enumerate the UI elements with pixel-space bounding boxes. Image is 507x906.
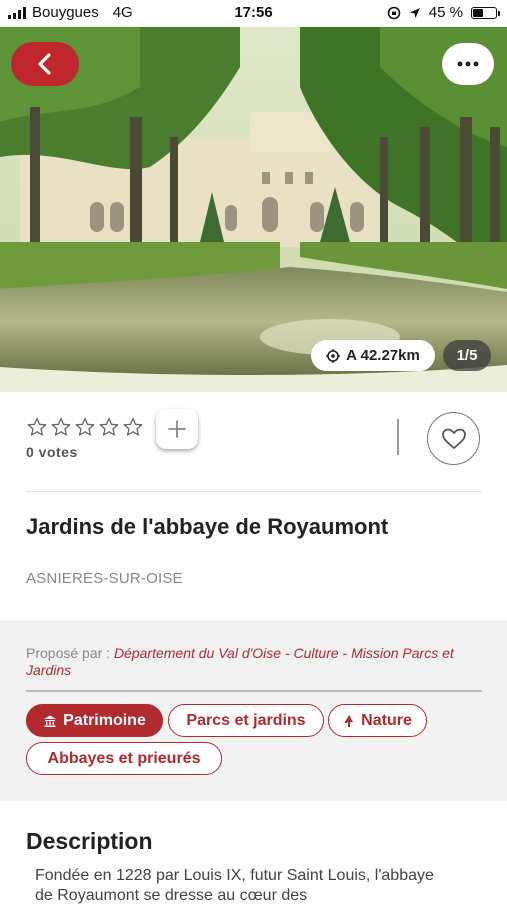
monument-icon — [44, 715, 57, 727]
abbey-garden-photo — [0, 27, 507, 392]
rating-section: 0 votes — [0, 392, 507, 492]
distance-badge[interactable]: A 42.27km — [311, 340, 435, 371]
tag-abbayes-et-prieures[interactable]: Abbayes et prieurés — [26, 742, 222, 775]
battery-icon — [471, 6, 500, 19]
description-heading: Description — [26, 828, 153, 854]
status-bar: Bouygues 4G 17:56 45 % — [0, 0, 507, 27]
star-icon[interactable] — [51, 417, 71, 437]
star-icon[interactable] — [123, 417, 143, 437]
proposed-by-label: Proposé par : — [26, 645, 114, 661]
info-section: Proposé par : Département du Val d'Oise … — [0, 620, 507, 801]
location-arrow-icon — [409, 7, 420, 18]
tag-label: Patrimoine — [63, 711, 146, 729]
divider — [26, 690, 482, 692]
proposed-by: Proposé par : Département du Val d'Oise … — [26, 645, 466, 679]
votes-count: 0 votes — [26, 444, 78, 460]
favorite-button[interactable] — [427, 412, 480, 465]
ellipsis-icon — [457, 61, 479, 67]
star-icon[interactable] — [99, 417, 119, 437]
tag-label: Abbayes et prieurés — [47, 749, 201, 767]
star-icon[interactable] — [27, 417, 47, 437]
tree-icon — [344, 714, 354, 727]
battery-percent: 45 % — [428, 4, 463, 21]
add-rating-button[interactable] — [156, 409, 198, 449]
hero-photo[interactable]: A 42.27km 1/5 — [0, 27, 507, 392]
place-city: ASNIERES-SUR-OISE — [26, 570, 183, 587]
screen-lock-icon — [387, 6, 401, 19]
place-title: Jardins de l'abbaye de Royaumont — [26, 514, 389, 539]
tag-parcs-et-jardins[interactable]: Parcs et jardins — [168, 704, 324, 737]
photo-counter: 1/5 — [443, 340, 491, 371]
back-button[interactable] — [11, 42, 79, 86]
star-rating[interactable] — [27, 417, 143, 437]
star-icon[interactable] — [75, 417, 95, 437]
description-text: Fondée en 1228 par Louis IX, futur Saint… — [35, 867, 434, 904]
target-icon — [326, 348, 341, 363]
chevron-left-icon — [38, 53, 51, 75]
tag-label: Parcs et jardins — [186, 711, 306, 729]
divider — [26, 491, 482, 492]
distance-label: A 42.27km — [346, 347, 420, 364]
plus-icon — [168, 420, 186, 438]
heart-icon — [441, 428, 466, 449]
more-options-button[interactable] — [442, 43, 494, 85]
tag-label: Nature — [361, 711, 412, 729]
tag-patrimoine[interactable]: Patrimoine — [26, 704, 163, 737]
tag-nature[interactable]: Nature — [328, 704, 427, 737]
divider — [397, 419, 399, 455]
